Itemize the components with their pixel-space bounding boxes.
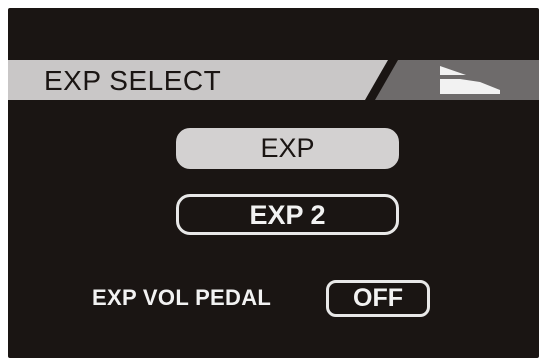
exp2-option-button[interactable]: EXP 2 bbox=[176, 194, 399, 235]
expression-pedal-icon bbox=[440, 66, 500, 94]
exp-vol-pedal-label: EXP VOL PEDAL bbox=[92, 285, 272, 310]
display-screen: EXP SELECT EXP EXP 2 EXP VOL PEDAL OFF bbox=[8, 8, 539, 358]
exp-option-label: EXP bbox=[260, 133, 315, 163]
exp2-option-label: EXP 2 bbox=[249, 200, 326, 230]
page-title: EXP SELECT bbox=[44, 65, 222, 96]
header-bar: EXP SELECT bbox=[8, 60, 539, 100]
exp-option-button[interactable]: EXP bbox=[176, 128, 399, 169]
exp-vol-pedal-toggle[interactable]: OFF bbox=[326, 280, 430, 317]
